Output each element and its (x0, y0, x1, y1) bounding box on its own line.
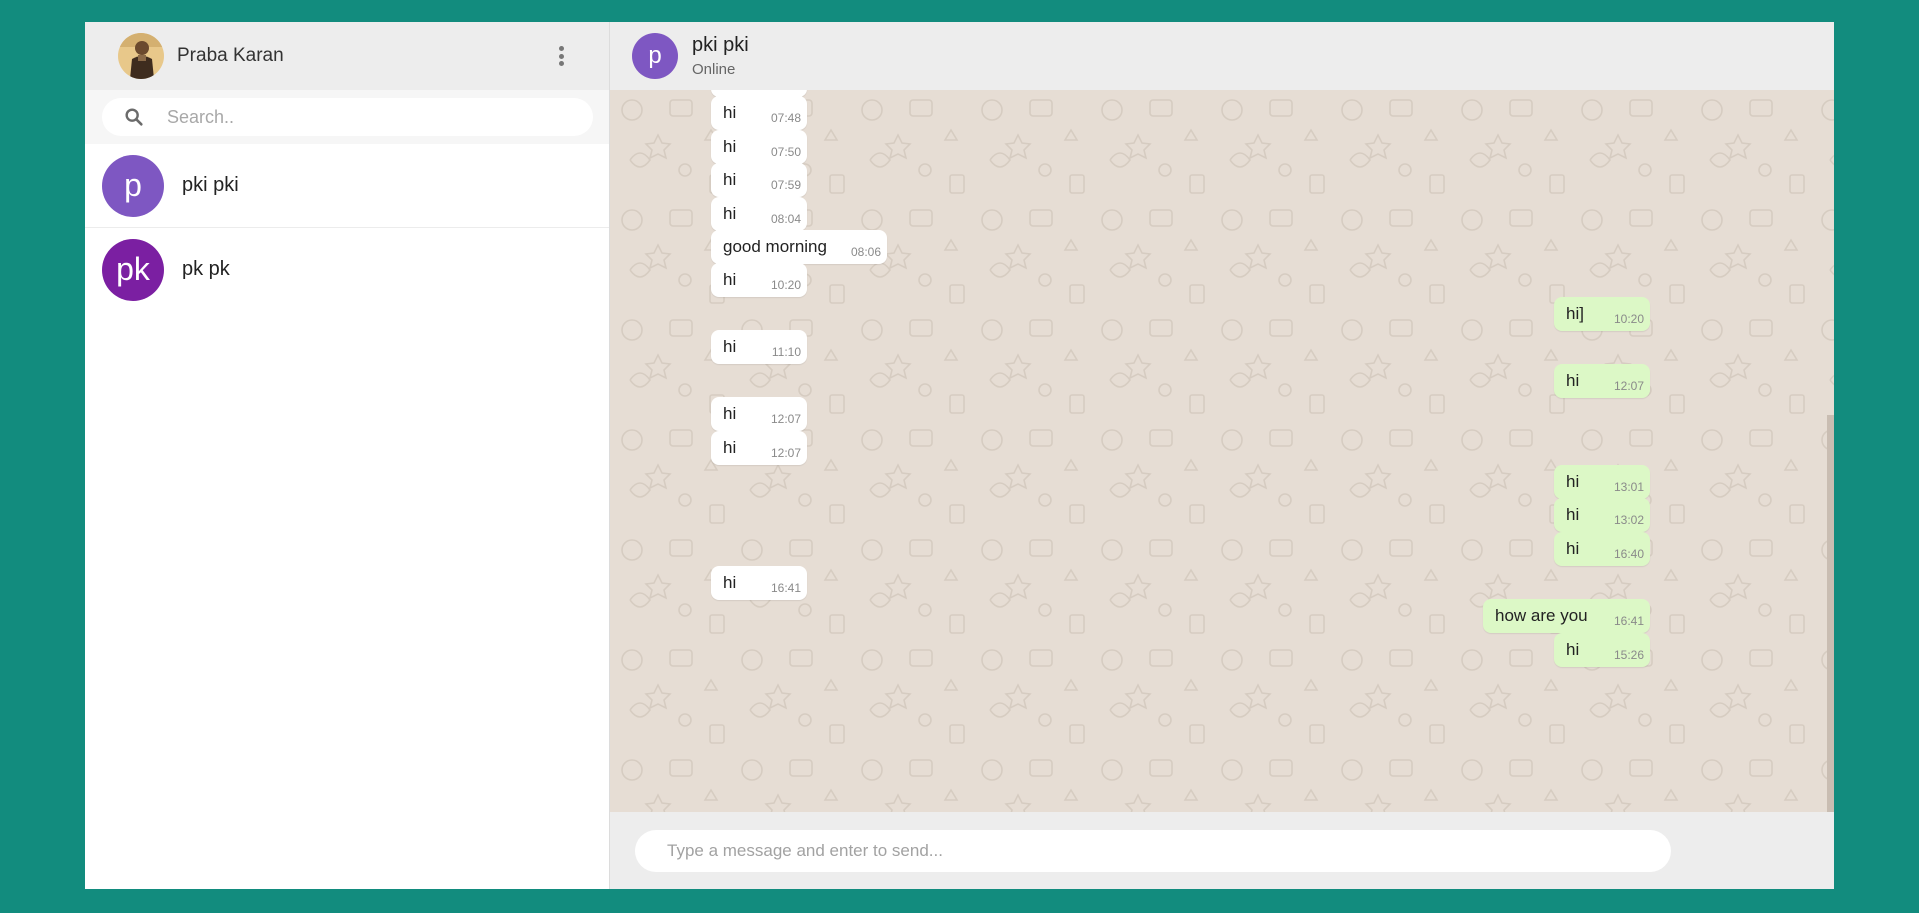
message-text: hi (723, 337, 737, 356)
message-text: hi (723, 404, 737, 423)
outgoing-message[interactable]: hi 12:07 (1554, 364, 1650, 398)
search-icon (125, 108, 143, 126)
outgoing-message[interactable]: hi 16:40 (1554, 532, 1650, 566)
message-text: hi (1566, 505, 1580, 524)
incoming-message[interactable]: hi 07:59 (711, 163, 807, 197)
message-time: 10:20 (1613, 312, 1644, 326)
message-time: 07:45 (771, 90, 801, 92)
message-text: hi (1566, 371, 1580, 390)
message-text: hi] (1566, 304, 1584, 323)
outgoing-message[interactable]: hi] 10:20 (1554, 297, 1650, 331)
message-time: 16:41 (1613, 614, 1644, 628)
app-window: Praba Karan p pki pki pk pk pk p pki p (85, 22, 1834, 889)
message-text: hi (1566, 640, 1580, 659)
message-text: hi (723, 573, 737, 592)
incoming-message[interactable]: hi 07:50 (711, 130, 807, 164)
message-text: hi (1566, 472, 1580, 491)
message-time: 13:02 (1613, 513, 1644, 527)
message-time: 16:41 (770, 581, 801, 595)
message-text: hi (723, 270, 737, 289)
message-time: 08:06 (850, 245, 881, 259)
message-time: 10:20 (770, 278, 801, 292)
search-bar (85, 90, 609, 144)
outgoing-message[interactable]: how are you 16:41 (1483, 599, 1650, 633)
profile-name: Praba Karan (177, 45, 284, 66)
message-time: 13:01 (1613, 480, 1644, 494)
message-text: hi (723, 170, 737, 189)
chat-panel: p pki pki Online hi 07:48 hi 07:50 hi 07… (610, 22, 1834, 889)
contact-item-pki-pki[interactable]: p pki pki (85, 144, 609, 228)
message-time: 15:26 (1613, 648, 1644, 662)
contact-avatar: p (102, 154, 164, 217)
incoming-message[interactable]: hi 10:20 (711, 263, 807, 297)
message-time: 12:07 (770, 446, 801, 460)
profile-avatar[interactable] (118, 33, 164, 79)
sidebar: Praba Karan p pki pki pk pk pk (85, 22, 610, 889)
incoming-message[interactable]: hi 12:07 (711, 397, 807, 431)
search-input[interactable] (165, 105, 559, 129)
message-text: hi (723, 103, 737, 122)
message-time: 11:10 (771, 345, 801, 359)
chat-contact-status: Online (692, 61, 736, 78)
message-time: 12:07 (770, 412, 801, 426)
outgoing-message[interactable]: hi 15:26 (1554, 633, 1650, 667)
chat-contact-avatar[interactable]: p (632, 33, 678, 79)
composer (610, 812, 1834, 889)
message-text: hi (723, 438, 737, 457)
incoming-message[interactable]: hi 11:10 (711, 330, 807, 364)
contact-avatar: pk (102, 238, 164, 301)
incoming-message[interactable]: hi 08:04 (711, 197, 807, 231)
message-text: how are you (1495, 606, 1588, 625)
sidebar-header: Praba Karan (85, 22, 609, 90)
message-text: hi (1566, 539, 1580, 558)
message-list[interactable]: hi 07:45 hi 07:48 hi 07:50 hi 07:59 hi 08:04 good … (610, 90, 1834, 812)
contact-item-pk-pk[interactable]: pk pk pk (85, 228, 609, 311)
search-box (102, 98, 593, 136)
message-text: good morning (723, 237, 827, 256)
contact-name: pki pki (182, 174, 239, 196)
contact-name: pk pk (182, 258, 230, 280)
message-time: 16:40 (1613, 547, 1644, 561)
outgoing-message[interactable]: hi 13:02 (1554, 498, 1650, 532)
scrollbar[interactable] (1827, 415, 1834, 812)
message-text: hi (723, 137, 737, 156)
outgoing-message[interactable]: hi 13:01 (1554, 465, 1650, 499)
message-input[interactable] (635, 829, 1671, 872)
incoming-message[interactable]: hi 12:07 (711, 431, 807, 465)
chat-header: p pki pki Online (610, 22, 1834, 90)
incoming-message[interactable]: hi 16:41 (711, 566, 807, 600)
message-text: hi (723, 204, 737, 223)
incoming-message[interactable]: hi 07:48 (711, 96, 807, 130)
incoming-message[interactable]: good morning 08:06 (711, 230, 887, 264)
message-time: 07:48 (770, 111, 801, 125)
more-vertical-icon[interactable] (559, 46, 565, 68)
message-time: 07:59 (770, 178, 801, 192)
message-time: 07:50 (770, 145, 801, 159)
chat-contact-name: pki pki (692, 34, 749, 56)
message-time: 12:07 (1613, 379, 1644, 393)
message-time: 08:04 (770, 212, 801, 226)
